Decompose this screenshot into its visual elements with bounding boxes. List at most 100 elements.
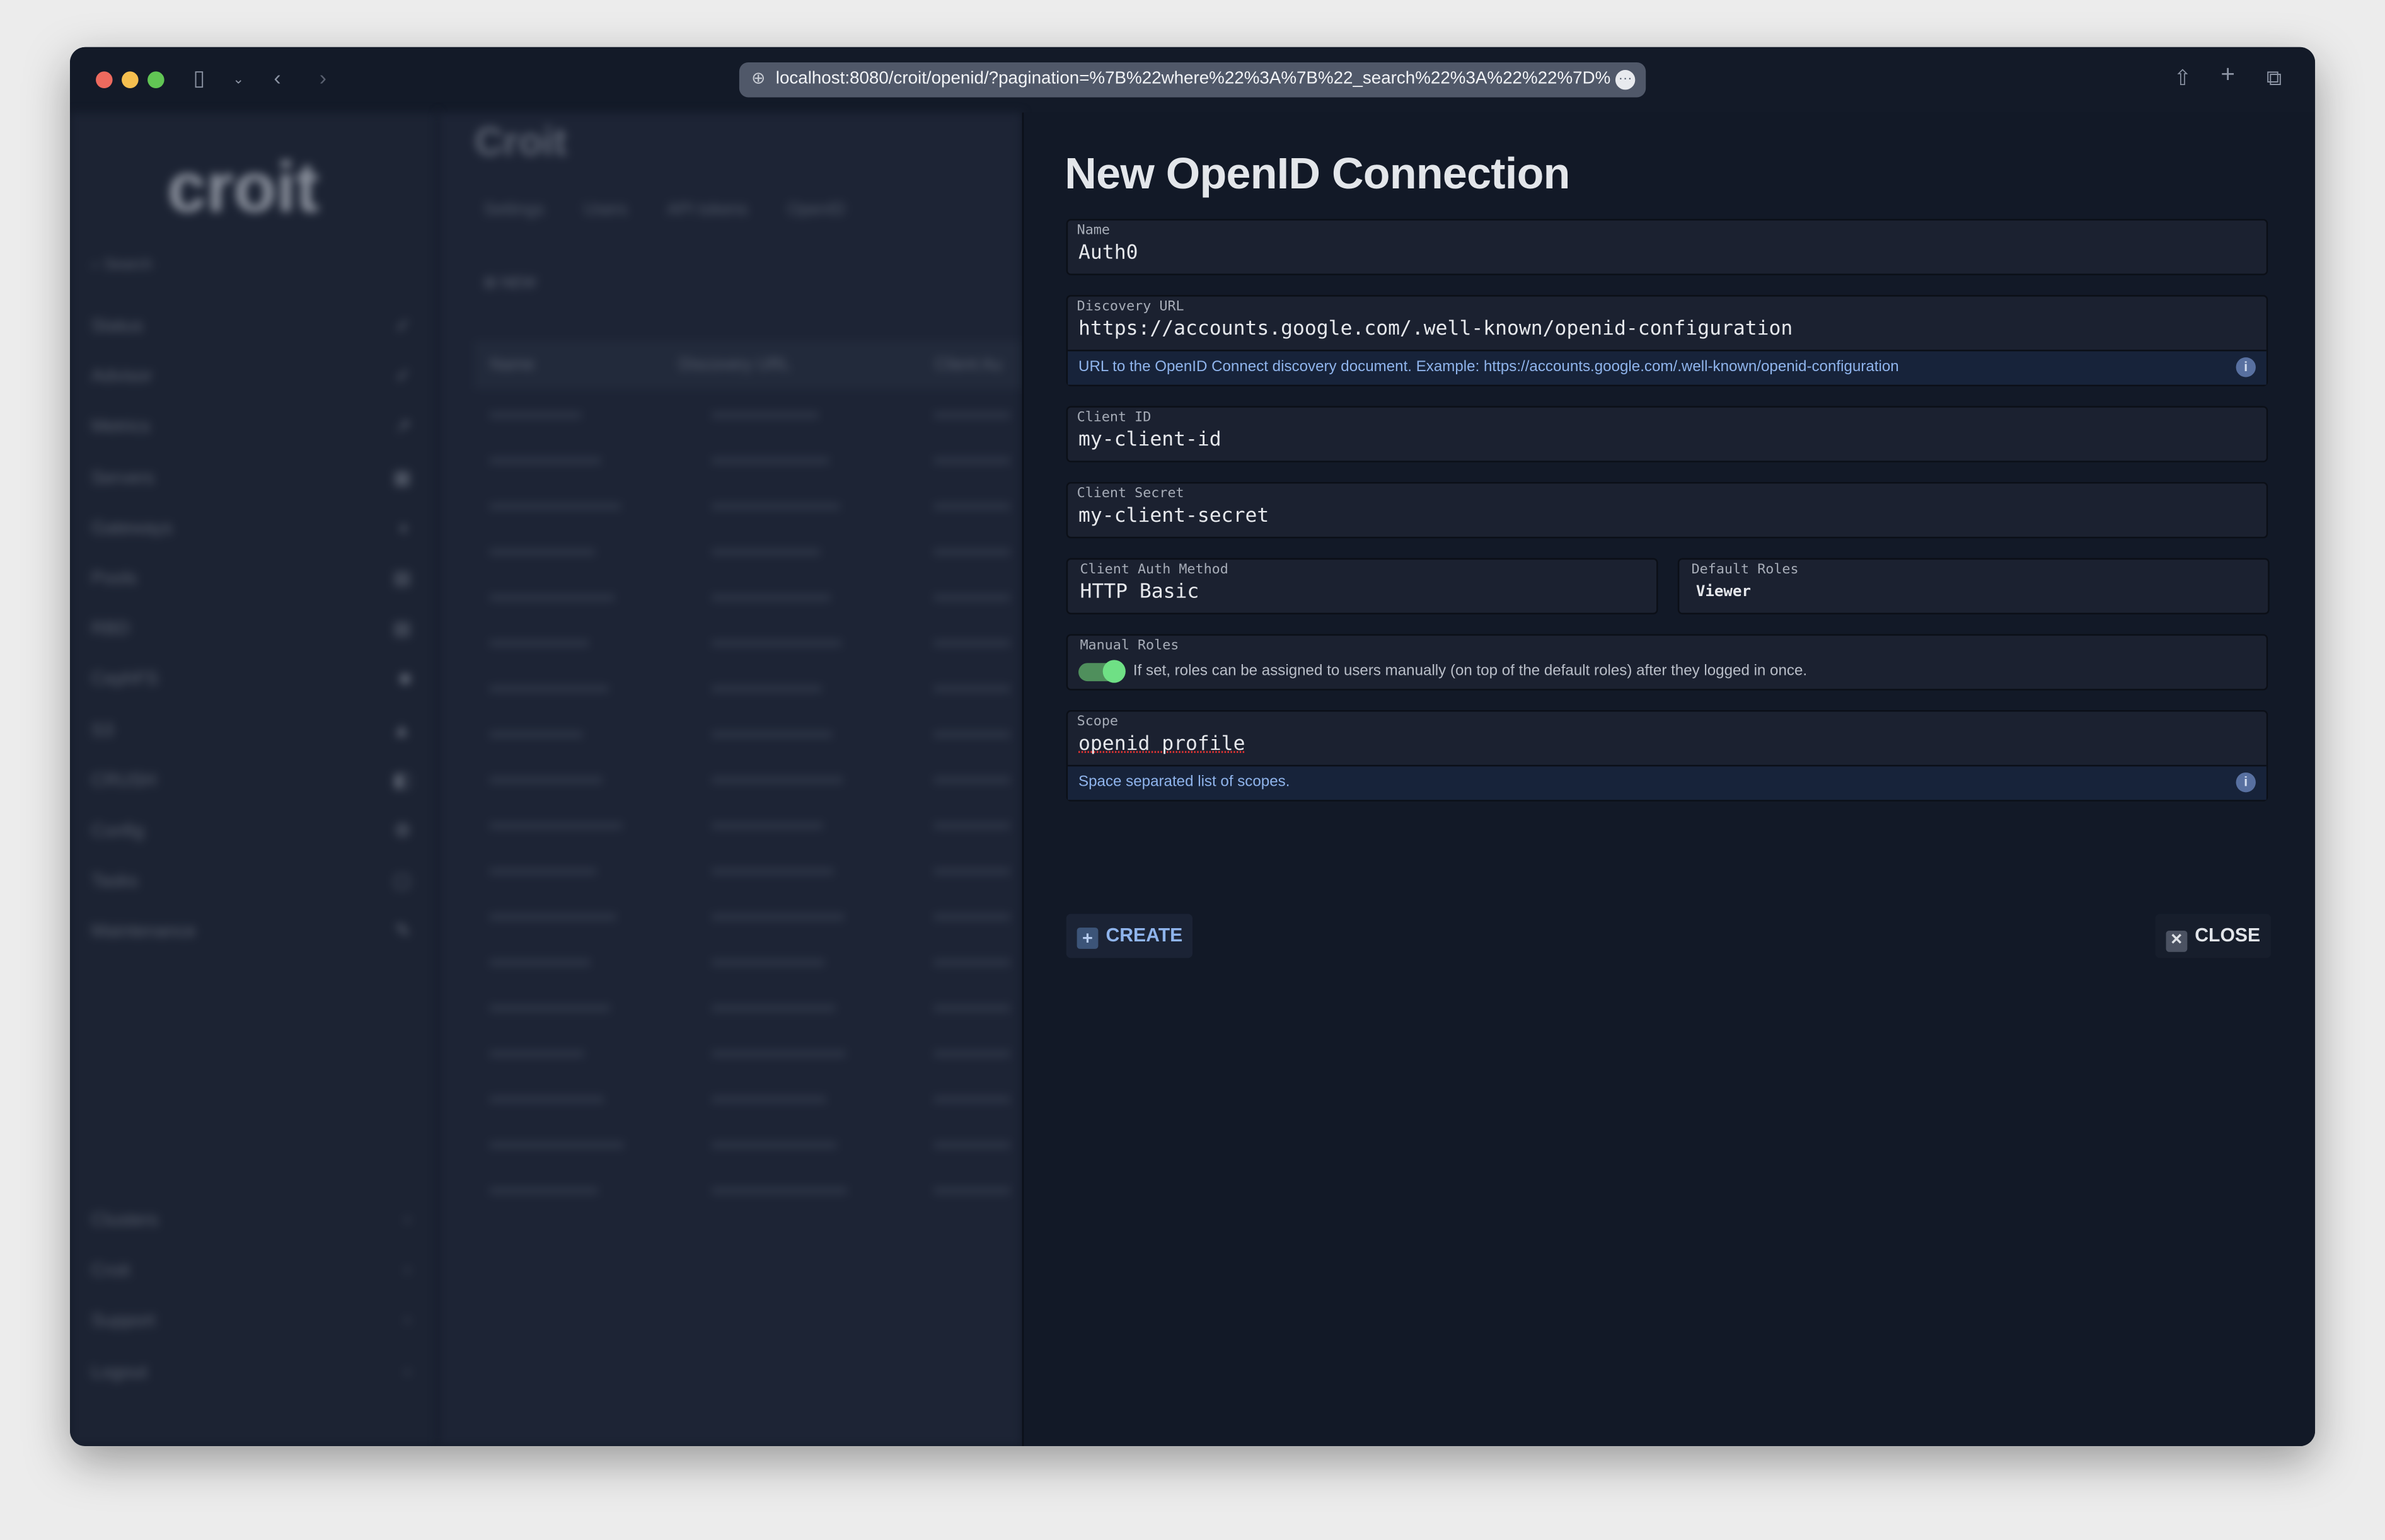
tab[interactable]: Settings <box>483 201 544 219</box>
manual-roles-field: Manual Roles If set, roles can be assign… <box>1066 634 2268 691</box>
sidebar-icon: ◧ <box>393 769 411 791</box>
info-icon[interactable]: i <box>2236 772 2256 793</box>
name-input[interactable]: Auth0 <box>1078 242 1138 265</box>
tab[interactable]: Users <box>584 201 627 219</box>
title-bar: ▯ ⌄ ‹ › ⊕ localhost:8080/croit/openid/?p… <box>70 47 2316 113</box>
table-row[interactable] <box>490 1142 1010 1149</box>
sidebar-icon: ◐ <box>400 517 411 538</box>
sidebar-icon: ↗ <box>395 415 411 437</box>
column-header[interactable]: Discovery URL <box>679 356 790 374</box>
more-icon[interactable]: ··· <box>1615 70 1636 90</box>
sidebar-icon: ✓ <box>395 365 411 387</box>
table-row[interactable] <box>490 503 1010 510</box>
share-icon[interactable]: ⇧ <box>2174 66 2192 91</box>
table-row[interactable] <box>490 549 1010 555</box>
sidebar-item[interactable]: S3 ▲ <box>91 719 411 740</box>
table-row[interactable] <box>490 914 1010 921</box>
sidebar-icon: ▲ <box>392 718 411 740</box>
table-row[interactable] <box>490 959 1010 966</box>
sidebar-item[interactable]: Config ⚙ <box>91 820 411 841</box>
sidebar-item[interactable]: Status ✓ <box>91 315 411 336</box>
new-tab-icon[interactable]: + <box>2220 62 2235 89</box>
sidebar-item[interactable]: Metrics ↗ <box>91 416 411 437</box>
client-secret-field[interactable]: Client Secret my-client-secret <box>1066 482 2268 539</box>
info-icon[interactable]: i <box>2236 357 2256 377</box>
table-row[interactable] <box>490 822 1010 829</box>
sidebar-item[interactable]: CRUSH ◧ <box>91 769 411 791</box>
manual-roles-toggle[interactable] <box>1078 660 1126 683</box>
scope-input[interactable]: openid profile <box>1078 733 1245 756</box>
table-row[interactable] <box>490 1187 1010 1194</box>
client-id-field[interactable]: Client ID my-client-id <box>1066 406 2268 463</box>
forward-icon[interactable]: › <box>320 66 326 90</box>
table-row[interactable] <box>490 868 1010 875</box>
sidebar-icon: ⚙ <box>394 819 411 841</box>
sidebar-icon: ✎ <box>395 920 411 942</box>
globe-icon: ⊕ <box>751 70 766 88</box>
sidebar-item[interactable]: Gateways ◐ <box>91 517 411 538</box>
address-bar[interactable]: ⊕ localhost:8080/croit/openid/?paginatio… <box>739 62 1646 98</box>
discovery-url-field[interactable]: Discovery URL https://accounts.google.co… <box>1066 295 2268 386</box>
column-header[interactable]: Name <box>490 356 534 374</box>
column-header[interactable]: Client Au <box>935 356 1002 374</box>
back-icon[interactable]: ‹ <box>274 66 280 90</box>
sidebar-icon: ■ <box>400 668 411 690</box>
new-button[interactable]: ⊞ NEW <box>483 275 536 292</box>
scope-label: Scope <box>1077 715 1119 730</box>
table-row[interactable] <box>490 457 1010 464</box>
sidebar-item[interactable]: Maintenance ✎ <box>91 921 411 942</box>
client-auth-method-select[interactable]: Client Auth Method HTTP Basic <box>1066 558 1658 614</box>
sidebar-item[interactable]: Tasks ▢ <box>91 870 411 892</box>
table-row[interactable] <box>490 731 1010 738</box>
close-button[interactable]: ✕ CLOSE <box>2155 914 2272 958</box>
sidebar-item[interactable]: Croit ◦ <box>91 1260 411 1281</box>
tabs-overview-icon[interactable]: ⧉ <box>2267 66 2282 91</box>
discovery-url-label: Discovery URL <box>1077 299 1184 315</box>
sidebar-item[interactable]: RBD ▤ <box>91 618 411 639</box>
sidebar-item[interactable]: Support ◦ <box>91 1310 411 1331</box>
sidebar-icon: ◦ <box>404 1360 411 1382</box>
scope-field[interactable]: Scope openid profile Space separated lis… <box>1066 710 2268 802</box>
minimize-window-button[interactable] <box>122 71 139 88</box>
client-auth-method-label: Client Auth Method <box>1080 562 1228 578</box>
close-icon: ✕ <box>2166 930 2188 952</box>
table-row[interactable] <box>490 1050 1010 1057</box>
search-input[interactable]: ⌕ Search <box>91 257 411 274</box>
create-button[interactable]: + CREATE <box>1066 914 1194 958</box>
name-field[interactable]: Name Auth0 <box>1066 219 2268 275</box>
default-roles-select[interactable]: Default Roles Viewer <box>1677 558 2270 614</box>
client-secret-label: Client Secret <box>1077 486 1184 502</box>
maximize-window-button[interactable] <box>147 71 165 88</box>
table-row[interactable] <box>490 1096 1010 1103</box>
client-id-input[interactable]: my-client-id <box>1078 429 1221 452</box>
sidebar-item[interactable]: Logout ◦ <box>91 1360 411 1382</box>
client-secret-input[interactable]: my-client-secret <box>1078 505 1269 527</box>
sidebar-item[interactable]: Advisor ✓ <box>91 365 411 387</box>
table-row[interactable] <box>490 640 1010 646</box>
sidebar-icon: ◦ <box>404 1209 411 1231</box>
url-text: localhost:8080/croit/openid/?pagination=… <box>775 70 1611 88</box>
sidebar-item[interactable]: CephFS ■ <box>91 668 411 689</box>
discovery-url-hint: URL to the OpenID Connect discovery docu… <box>1068 350 2267 385</box>
sidebar-item[interactable]: Servers ▦ <box>91 466 411 488</box>
sidebar: croit ⌕ Search Status ✓ Advisor ✓ Metrics ↗ Se… <box>70 112 439 1447</box>
sidebar-icon: ▦ <box>393 466 411 488</box>
table-row[interactable] <box>490 686 1010 692</box>
sidebar-item[interactable]: Pools ▤ <box>91 567 411 589</box>
sidebar-toggle-icon[interactable]: ▯ <box>193 66 205 91</box>
tab[interactable]: OpenID <box>787 201 845 219</box>
browser-window: ▯ ⌄ ‹ › ⊕ localhost:8080/croit/openid/?p… <box>70 47 2316 1447</box>
manual-roles-description: If set, roles can be assigned to users m… <box>1133 663 1808 680</box>
sidebar-item[interactable]: Clusters ◦ <box>91 1209 411 1231</box>
sidebar-icon: ✓ <box>395 314 411 336</box>
table-row[interactable] <box>490 1005 1010 1011</box>
chevron-down-icon[interactable]: ⌄ <box>233 71 244 88</box>
table-row[interactable] <box>490 594 1010 601</box>
table-row[interactable] <box>490 412 1010 418</box>
panel-title: New OpenID Connection <box>1065 150 1570 200</box>
table-row[interactable] <box>490 777 1010 783</box>
manual-roles-label: Manual Roles <box>1080 638 1179 654</box>
tab[interactable]: API tokens <box>667 201 748 219</box>
close-window-button[interactable] <box>96 71 113 88</box>
discovery-url-input[interactable]: https://accounts.google.com/.well-known/… <box>1078 318 1793 340</box>
